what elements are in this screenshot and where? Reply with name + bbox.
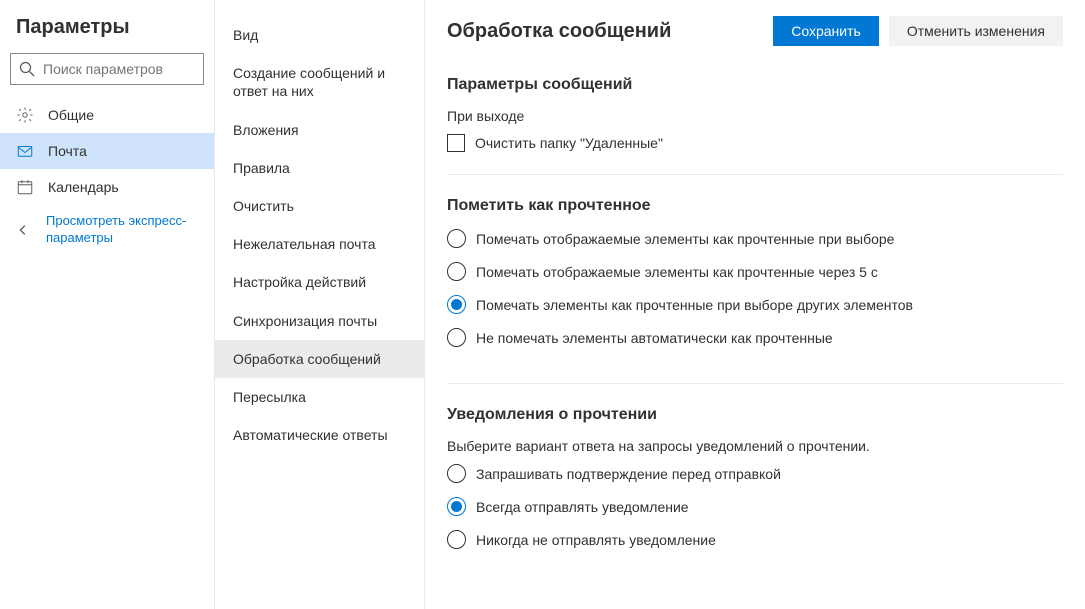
mark-read-label-3: Не помечать элементы автоматически как п… bbox=[476, 330, 833, 346]
read-receipt-radio-2[interactable] bbox=[447, 530, 466, 549]
settings-title: Параметры bbox=[0, 10, 214, 53]
mark-read-option-2[interactable]: Помечать элементы как прочтенные при выб… bbox=[447, 295, 1063, 314]
mark-read-option-1[interactable]: Помечать отображаемые элементы как прочт… bbox=[447, 262, 1063, 281]
mark-read-radio-3[interactable] bbox=[447, 328, 466, 347]
nav-general[interactable]: Общие bbox=[0, 97, 214, 133]
nav-general-label: Общие bbox=[48, 107, 94, 123]
sub-item-7[interactable]: Синхронизация почты bbox=[215, 302, 424, 340]
sub-item-8[interactable]: Обработка сообщений bbox=[215, 340, 424, 378]
sub-item-10[interactable]: Автоматические ответы bbox=[215, 416, 424, 454]
mark-read-option-3[interactable]: Не помечать элементы автоматически как п… bbox=[447, 328, 1063, 347]
empty-deleted-checkbox[interactable] bbox=[447, 134, 465, 152]
read-receipts-desc: Выберите вариант ответа на запросы уведо… bbox=[447, 438, 1063, 454]
empty-deleted-checkbox-row[interactable]: Очистить папку "Удаленные" bbox=[447, 134, 1063, 152]
sub-item-4[interactable]: Очистить bbox=[215, 187, 424, 225]
nav-mail-label: Почта bbox=[48, 143, 87, 159]
save-button[interactable]: Сохранить bbox=[773, 16, 879, 46]
mark-read-radio-2[interactable] bbox=[447, 295, 466, 314]
section-mark-read-heading: Пометить как прочтенное bbox=[447, 197, 1063, 215]
quick-settings-label: Просмотреть экспресс-параметры bbox=[46, 213, 198, 247]
read-receipt-label-1: Всегда отправлять уведомление bbox=[476, 499, 689, 515]
mark-read-label-2: Помечать элементы как прочтенные при выб… bbox=[476, 297, 913, 313]
gear-icon bbox=[16, 106, 34, 124]
read-receipt-radio-1[interactable] bbox=[447, 497, 466, 516]
read-receipt-label-2: Никогда не отправлять уведомление bbox=[476, 532, 716, 548]
calendar-icon bbox=[16, 178, 34, 196]
sub-item-1[interactable]: Создание сообщений и ответ на них bbox=[215, 54, 424, 110]
mail-icon bbox=[16, 142, 34, 160]
read-receipt-option-2[interactable]: Никогда не отправлять уведомление bbox=[447, 530, 1063, 549]
sub-item-9[interactable]: Пересылка bbox=[215, 378, 424, 416]
mark-read-radio-1[interactable] bbox=[447, 262, 466, 281]
sub-item-2[interactable]: Вложения bbox=[215, 111, 424, 149]
nav-calendar[interactable]: Календарь bbox=[0, 169, 214, 205]
search-icon bbox=[19, 61, 35, 77]
section-message-options-heading: Параметры сообщений bbox=[447, 76, 1063, 94]
settings-mid-panel: ВидСоздание сообщений и ответ на нихВлож… bbox=[215, 0, 425, 609]
section-mark-read: Пометить как прочтенное Помечать отображ… bbox=[447, 197, 1063, 384]
read-receipt-option-1[interactable]: Всегда отправлять уведомление bbox=[447, 497, 1063, 516]
cancel-button[interactable]: Отменить изменения bbox=[889, 16, 1063, 46]
section-message-options: Параметры сообщений При выходе Очистить … bbox=[447, 76, 1063, 175]
sub-item-0[interactable]: Вид bbox=[215, 16, 424, 54]
chevron-left-icon bbox=[16, 223, 30, 237]
sub-item-3[interactable]: Правила bbox=[215, 149, 424, 187]
search-box[interactable] bbox=[10, 53, 204, 85]
read-receipt-option-0[interactable]: Запрашивать подтверждение перед отправко… bbox=[447, 464, 1063, 483]
mark-read-option-0[interactable]: Помечать отображаемые элементы как прочт… bbox=[447, 229, 1063, 248]
nav-calendar-label: Календарь bbox=[48, 179, 119, 195]
sub-item-5[interactable]: Нежелательная почта bbox=[215, 225, 424, 263]
empty-deleted-label: Очистить папку "Удаленные" bbox=[475, 135, 663, 151]
read-receipt-label-0: Запрашивать подтверждение перед отправко… bbox=[476, 466, 781, 482]
settings-right-panel: Обработка сообщений Сохранить Отменить и… bbox=[425, 0, 1085, 609]
settings-left-panel: Параметры Общие Почта Календарь Просмотр… bbox=[0, 0, 215, 609]
header-row: Обработка сообщений Сохранить Отменить и… bbox=[447, 16, 1063, 46]
search-input[interactable] bbox=[43, 61, 195, 77]
sub-item-6[interactable]: Настройка действий bbox=[215, 263, 424, 301]
on-exit-label: При выходе bbox=[447, 108, 1063, 124]
page-heading: Обработка сообщений bbox=[447, 20, 763, 43]
mark-read-label-0: Помечать отображаемые элементы как прочт… bbox=[476, 231, 894, 247]
nav-mail[interactable]: Почта bbox=[0, 133, 214, 169]
mark-read-radio-0[interactable] bbox=[447, 229, 466, 248]
quick-settings-link[interactable]: Просмотреть экспресс-параметры bbox=[0, 205, 214, 255]
mark-read-label-1: Помечать отображаемые элементы как прочт… bbox=[476, 264, 878, 280]
section-read-receipts-heading: Уведомления о прочтении bbox=[447, 406, 1063, 424]
section-read-receipts: Уведомления о прочтении Выберите вариант… bbox=[447, 406, 1063, 585]
read-receipt-radio-0[interactable] bbox=[447, 464, 466, 483]
